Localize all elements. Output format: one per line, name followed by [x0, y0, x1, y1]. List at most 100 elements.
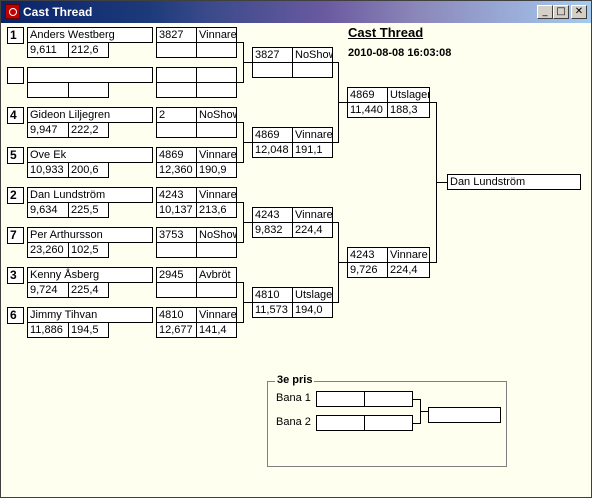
- seed-number: 2: [7, 187, 24, 204]
- player-speed-field[interactable]: 200,6: [68, 162, 109, 178]
- match-speed-field[interactable]: [196, 42, 237, 58]
- player-speed-field[interactable]: 222,2: [68, 122, 109, 138]
- r3-time-field[interactable]: 9,726: [347, 262, 388, 278]
- match-status-field[interactable]: Vinnare: [196, 147, 237, 163]
- r3-speed-field[interactable]: 188,3: [387, 102, 430, 118]
- lane-2-player-field[interactable]: [316, 415, 365, 431]
- match-speed-field[interactable]: [196, 242, 237, 258]
- player-speed-field[interactable]: 102,5: [68, 242, 109, 258]
- lane-1-player-field[interactable]: [316, 391, 365, 407]
- match-id-field[interactable]: 2945: [156, 267, 197, 283]
- match-status-field[interactable]: Vinnare: [196, 187, 237, 203]
- r2-status-field[interactable]: Vinnare: [292, 207, 333, 223]
- match-status-field[interactable]: Avbröt: [196, 267, 237, 283]
- match-id-field[interactable]: 2: [156, 107, 197, 123]
- r3-status-field[interactable]: Vinnare: [387, 247, 430, 263]
- seed-number: 3: [7, 267, 24, 284]
- lane-2-result-field[interactable]: [364, 415, 413, 431]
- window-title: Cast Thread: [23, 5, 93, 19]
- player-name-field[interactable]: Jimmy Tihvan: [27, 307, 153, 323]
- player-speed-field[interactable]: 225,4: [68, 282, 109, 298]
- seed-number: 5: [7, 147, 24, 164]
- match-id-field[interactable]: 4810: [156, 307, 197, 323]
- bracket-connector: [243, 222, 252, 223]
- player-time-field[interactable]: [27, 82, 69, 98]
- r3-speed-field[interactable]: 224,4: [387, 262, 430, 278]
- match-id-field[interactable]: 3827: [156, 27, 197, 43]
- match-time-field[interactable]: [156, 122, 197, 138]
- maximize-button[interactable]: □: [553, 5, 569, 19]
- close-button[interactable]: ✕: [571, 5, 587, 19]
- r2-speed-field[interactable]: 224,4: [292, 222, 333, 238]
- match-speed-field[interactable]: [196, 282, 237, 298]
- player-time-field[interactable]: 10,933: [27, 162, 69, 178]
- r2-status-field[interactable]: NoShow: [292, 47, 333, 63]
- player-name-field[interactable]: Ove Ek: [27, 147, 153, 163]
- r3-id-field[interactable]: 4869: [347, 87, 388, 103]
- player-speed-field[interactable]: 212,6: [68, 42, 109, 58]
- player-name-field[interactable]: [27, 67, 153, 83]
- match-time-field[interactable]: [156, 242, 197, 258]
- match-time-field[interactable]: 10,137: [156, 202, 197, 218]
- match-time-field[interactable]: [156, 282, 197, 298]
- timestamp: 2010-08-08 16:03:08: [348, 47, 452, 59]
- player-name-field[interactable]: Dan Lundström: [27, 187, 153, 203]
- lane-1-result-field[interactable]: [364, 391, 413, 407]
- match-time-field[interactable]: [156, 42, 197, 58]
- player-time-field[interactable]: 9,724: [27, 282, 69, 298]
- r2-time-field[interactable]: 9,832: [252, 222, 293, 238]
- match-speed-field[interactable]: 141,4: [196, 322, 237, 338]
- match-status-field[interactable]: NoShow: [196, 227, 237, 243]
- match-time-field[interactable]: [156, 82, 197, 98]
- r2-time-field[interactable]: 11,573: [252, 302, 293, 318]
- player-speed-field[interactable]: 194,5: [68, 322, 109, 338]
- winner-name-field[interactable]: Dan Lundström: [447, 174, 581, 190]
- r2-id-field[interactable]: 4869: [252, 127, 293, 143]
- player-time-field[interactable]: 9,634: [27, 202, 69, 218]
- r2-speed-field[interactable]: [292, 62, 333, 78]
- seed-number: 6: [7, 307, 24, 324]
- match-speed-field[interactable]: 213,6: [196, 202, 237, 218]
- player-time-field[interactable]: 9,947: [27, 122, 69, 138]
- third-place-title: 3e pris: [275, 374, 315, 386]
- r2-time-field[interactable]: [252, 62, 293, 78]
- player-name-field[interactable]: Kenny Åsberg: [27, 267, 153, 283]
- match-status-field[interactable]: [196, 67, 237, 83]
- r3-time-field[interactable]: 11,440: [347, 102, 388, 118]
- player-time-field[interactable]: 9,611: [27, 42, 69, 58]
- match-id-field[interactable]: 4243: [156, 187, 197, 203]
- player-time-field[interactable]: 23,260: [27, 242, 69, 258]
- player-name-field[interactable]: Per Arthursson: [27, 227, 153, 243]
- match-status-field[interactable]: NoShow: [196, 107, 237, 123]
- player-name-field[interactable]: Anders Westberg: [27, 27, 153, 43]
- player-time-field[interactable]: 11,886: [27, 322, 69, 338]
- r2-time-field[interactable]: 12,048: [252, 142, 293, 158]
- r3-status-field[interactable]: Utslagen: [387, 87, 430, 103]
- match-status-field[interactable]: Vinnare: [196, 307, 237, 323]
- r2-id-field[interactable]: 4243: [252, 207, 293, 223]
- lane-1-label: Bana 1: [276, 392, 311, 404]
- r3-id-field[interactable]: 4243: [347, 247, 388, 263]
- match-time-field[interactable]: 12,677: [156, 322, 197, 338]
- third-place-winner-field[interactable]: [428, 407, 501, 423]
- r2-status-field[interactable]: Vinnare: [292, 127, 333, 143]
- app-icon[interactable]: [5, 4, 20, 19]
- player-speed-field[interactable]: [68, 82, 109, 98]
- match-id-field[interactable]: 3753: [156, 227, 197, 243]
- match-id-field[interactable]: 4869: [156, 147, 197, 163]
- r2-id-field[interactable]: 4810: [252, 287, 293, 303]
- match-speed-field[interactable]: 190,9: [196, 162, 237, 178]
- r2-status-field[interactable]: Utslagen: [292, 287, 333, 303]
- r2-id-field[interactable]: 3827: [252, 47, 293, 63]
- player-speed-field[interactable]: 225,5: [68, 202, 109, 218]
- match-id-field[interactable]: [156, 67, 197, 83]
- match-speed-field[interactable]: [196, 122, 237, 138]
- match-time-field[interactable]: 12,360: [156, 162, 197, 178]
- match-speed-field[interactable]: [196, 82, 237, 98]
- match-status-field[interactable]: Vinnare: [196, 27, 237, 43]
- r2-speed-field[interactable]: 191,1: [292, 142, 333, 158]
- player-name-field[interactable]: Gideon Liljegren: [27, 107, 153, 123]
- r2-speed-field[interactable]: 194,0: [292, 302, 333, 318]
- minimize-button[interactable]: _: [537, 5, 553, 19]
- title-bar[interactable]: Cast Thread _ □ ✕: [1, 1, 591, 23]
